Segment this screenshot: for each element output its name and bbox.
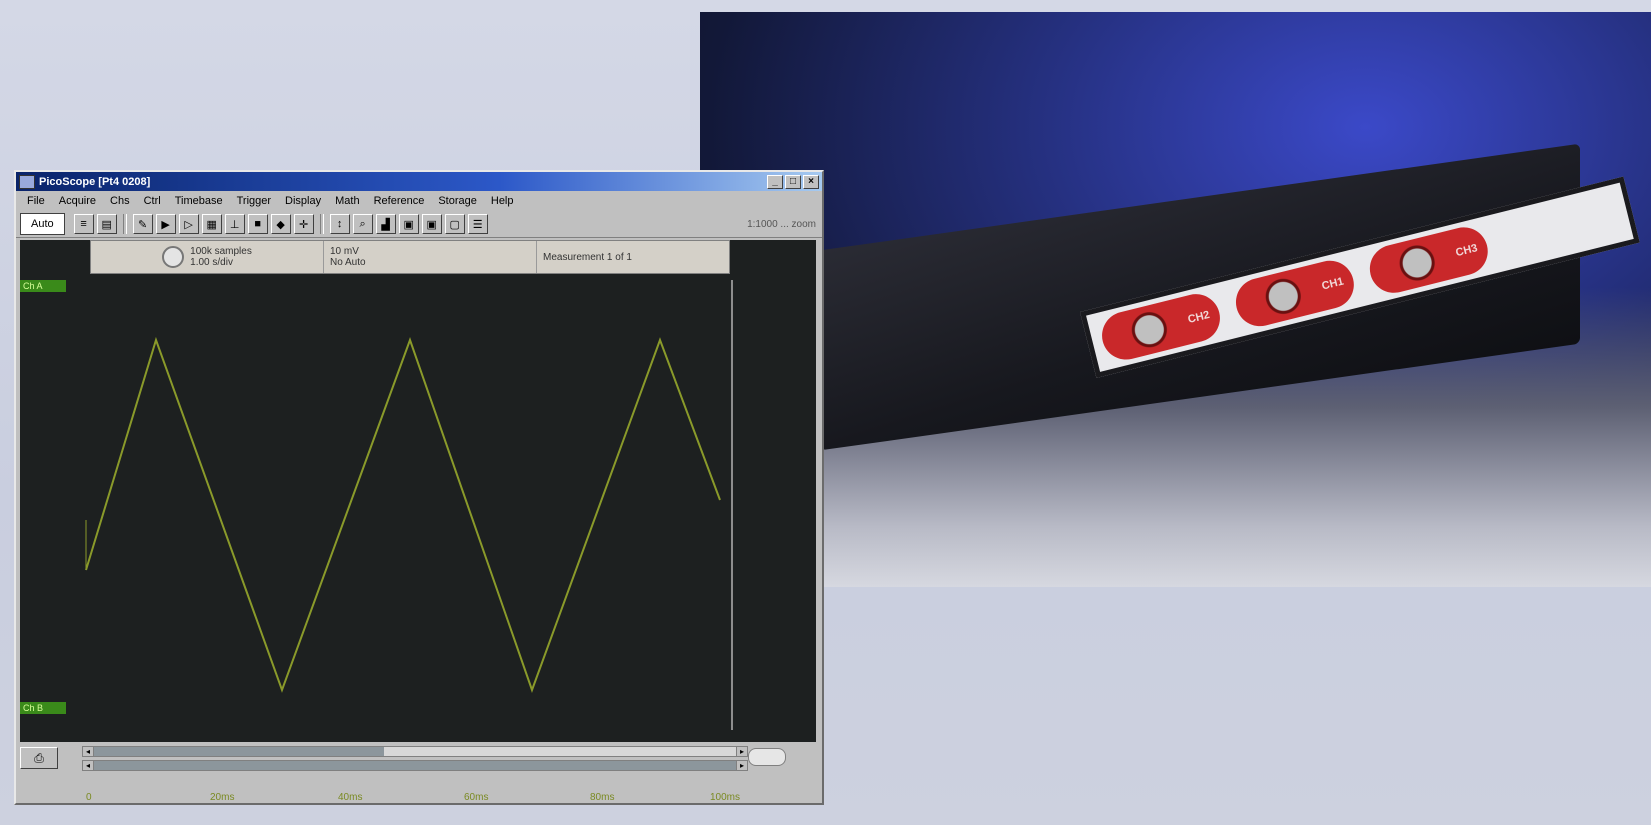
menu-timebase[interactable]: Timebase	[168, 195, 230, 207]
scroll-left-icon[interactable]: ◂	[83, 761, 94, 770]
scroll-right-icon[interactable]: ▸	[736, 761, 747, 770]
menu-file[interactable]: File	[20, 195, 52, 207]
cursor-icon[interactable]: ✛	[293, 214, 314, 234]
settings-icon[interactable]: ▤	[96, 214, 117, 234]
channel-colors-icon[interactable]: ≡	[73, 214, 94, 234]
channel-a-icon[interactable]: ▣	[398, 214, 419, 234]
range-label: 10 mV	[330, 246, 359, 257]
x-tick-label: 100ms	[710, 792, 741, 803]
print-icon[interactable]: ☰	[467, 214, 488, 234]
toolbar-separator	[122, 214, 127, 234]
picoscope-window: PicoScope [Pt4 0208] _ □ × File Acquire …	[14, 170, 824, 805]
pencil-icon[interactable]: ✎	[132, 214, 153, 234]
step-icon[interactable]: ▷	[178, 214, 199, 234]
scrollbar-thumb[interactable]	[94, 747, 384, 756]
menu-bar: File Acquire Chs Ctrl Timebase Trigger D…	[16, 191, 822, 211]
scope-display[interactable]: 100k samples 1.00 s/div 10 mV No Auto Me…	[20, 240, 816, 803]
x-tick-label: 20ms	[210, 792, 235, 803]
zoom-status: 1:1000 ... zoom	[747, 218, 816, 230]
minimize-button[interactable]: _	[767, 174, 783, 189]
range-cell[interactable]: 10 mV No Auto	[324, 241, 537, 273]
menu-display[interactable]: Display	[278, 195, 328, 207]
maximize-button[interactable]: □	[785, 174, 801, 189]
menu-chs[interactable]: Chs	[103, 195, 137, 207]
scrollbar-thumb[interactable]	[93, 761, 737, 770]
channel-a-tag[interactable]: Ch A	[20, 280, 66, 292]
menu-trigger[interactable]: Trigger	[230, 195, 278, 207]
measurement-label: Measurement 1 of 1	[543, 251, 632, 263]
scope-trace-area	[20, 240, 816, 742]
marker-icon[interactable]: ◆	[270, 214, 291, 234]
x-tick-label: 40ms	[338, 792, 363, 803]
menu-storage[interactable]: Storage	[431, 195, 484, 207]
menu-acquire[interactable]: Acquire	[52, 195, 103, 207]
zoom-icon[interactable]: ⌕	[352, 214, 373, 234]
menu-math[interactable]: Math	[328, 195, 366, 207]
trigger-icon[interactable]: ⊥	[224, 214, 245, 234]
channel-b-tag[interactable]: Ch B	[20, 702, 66, 714]
x-tick-label: 0	[86, 792, 92, 803]
trigger-mode-label: No Auto	[330, 257, 366, 268]
samples-label: 100k samples	[190, 246, 252, 257]
acquisition-info-panel: 100k samples 1.00 s/div 10 mV No Auto Me…	[90, 240, 730, 274]
x-tick-label: 60ms	[464, 792, 489, 803]
status-button[interactable]	[748, 748, 786, 766]
channel-b-icon[interactable]: ▣	[421, 214, 442, 234]
scroll-right-icon[interactable]: ▸	[736, 747, 747, 756]
measurement-cell: Measurement 1 of 1	[537, 241, 729, 273]
title-bar[interactable]: PicoScope [Pt4 0208] _ □ ×	[16, 172, 822, 191]
menu-ctrl[interactable]: Ctrl	[137, 195, 168, 207]
horizontal-scrollbar-bottom[interactable]: ◂ ▸	[82, 760, 748, 771]
print-button[interactable]: ⎙	[20, 747, 58, 769]
product-photo: CH2 CH1 CH3	[700, 12, 1651, 587]
measure-icon[interactable]: ↕	[329, 214, 350, 234]
x-tick-label: 80ms	[590, 792, 615, 803]
scroll-left-icon[interactable]: ◂	[83, 747, 94, 756]
spectrum-icon[interactable]: ▟	[375, 214, 396, 234]
timebase-cell: 100k samples 1.00 s/div	[91, 241, 324, 273]
auto-button[interactable]: Auto	[20, 213, 65, 235]
play-icon[interactable]: ▶	[155, 214, 176, 234]
toolbar: Auto ≡ ▤ ✎ ▶ ▷ ▦ ⊥ ■ ◆ ✛ ↕ ⌕ ▟ ▣ ▣ ▢ ☰ 1…	[16, 211, 822, 238]
grid-icon[interactable]: ▦	[201, 214, 222, 234]
toolbar-separator	[319, 214, 324, 234]
stop-icon[interactable]: ■	[247, 214, 268, 234]
menu-help[interactable]: Help	[484, 195, 521, 207]
horizontal-scrollbar-top[interactable]: ◂ ▸	[82, 746, 748, 757]
timebase-label: 1.00 s/div	[190, 257, 233, 268]
channel-c-icon[interactable]: ▢	[444, 214, 465, 234]
timebase-knob-icon[interactable]	[162, 246, 185, 268]
menu-reference[interactable]: Reference	[367, 195, 432, 207]
window-title: PicoScope [Pt4 0208]	[39, 175, 151, 188]
close-button[interactable]: ×	[803, 174, 819, 189]
app-icon	[19, 174, 35, 189]
